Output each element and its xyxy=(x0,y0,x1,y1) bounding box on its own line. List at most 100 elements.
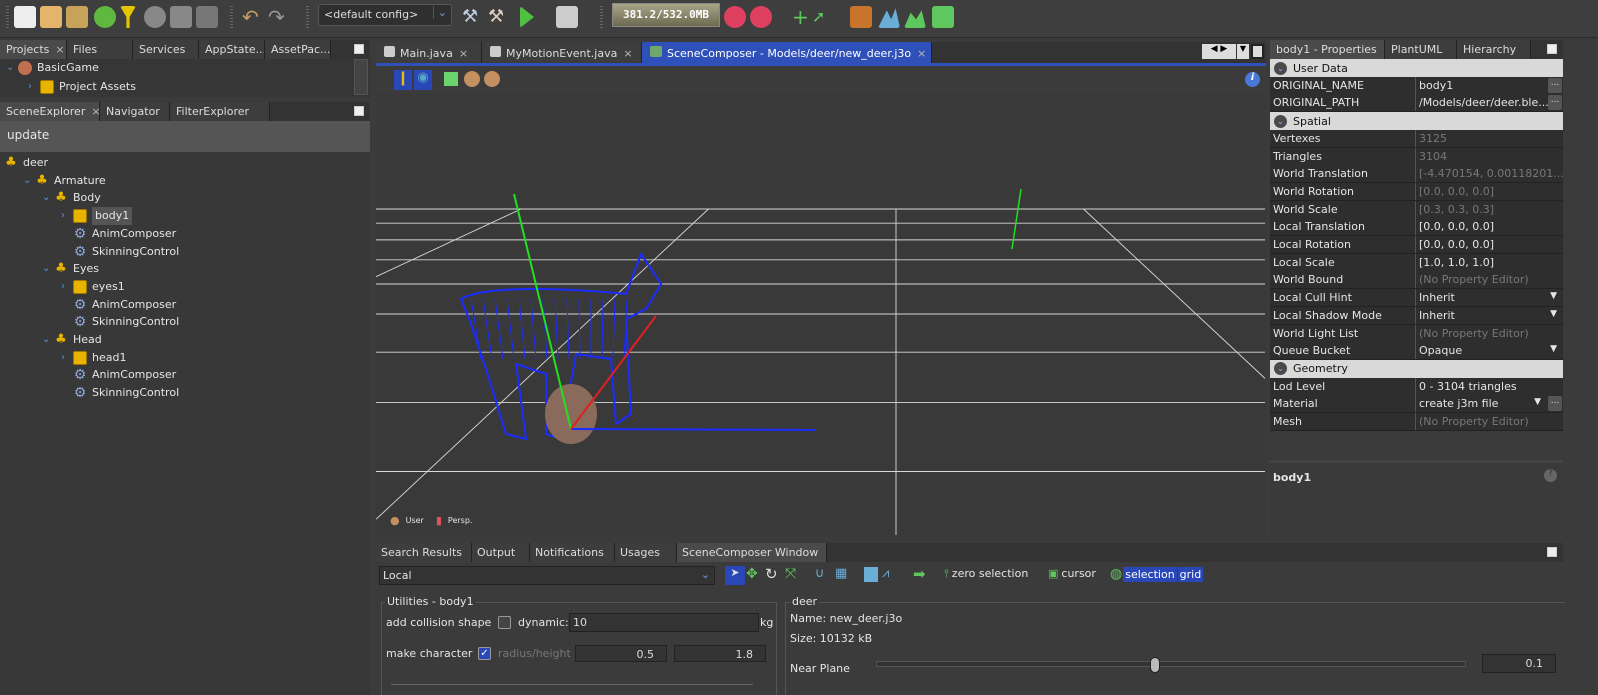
expand-icon[interactable]: ⌄ xyxy=(23,172,35,190)
expand-icon[interactable]: ⌄ xyxy=(42,189,54,207)
tab-main-java[interactable]: Main.java × xyxy=(376,42,482,63)
radius-spinner[interactable]: 0.5 xyxy=(575,645,667,662)
tab-assetpack[interactable]: AssetPac... xyxy=(265,40,331,59)
terrain-icon[interactable] xyxy=(878,8,900,28)
monkey-icon[interactable] xyxy=(464,71,480,87)
tab-projects[interactable]: Projects × xyxy=(0,40,67,59)
property-value[interactable]: Opaque ▼ xyxy=(1416,342,1563,360)
gc-icon[interactable] xyxy=(724,6,746,28)
tab-files[interactable]: Files xyxy=(67,40,133,59)
select-tool-icon[interactable]: ➤ xyxy=(725,566,745,585)
monkey-icon[interactable] xyxy=(484,71,500,87)
blender-icon[interactable] xyxy=(144,6,166,28)
tree-item-eyes1[interactable]: › eyes1 xyxy=(61,278,125,296)
snap-icon[interactable]: ∪ xyxy=(815,566,825,581)
selection-toggle[interactable]: selection xyxy=(1123,566,1177,582)
new-file-icon[interactable] xyxy=(14,6,36,28)
transform-mode-select[interactable]: Local ⌄ xyxy=(379,566,715,585)
expand-icon[interactable]: ⌄ xyxy=(42,331,54,349)
filter-icon[interactable] xyxy=(120,6,136,28)
image-icon[interactable] xyxy=(850,6,872,28)
expand-icon[interactable]: › xyxy=(61,349,73,367)
grid-toggle[interactable]: grid xyxy=(1177,566,1204,582)
chevron-down-icon[interactable]: ▼ xyxy=(1550,344,1557,354)
light-toggle-icon[interactable]: ❙ xyxy=(394,70,412,90)
minimize-button[interactable] xyxy=(354,106,364,116)
tree-item-head[interactable]: ⌄ ♣ Head xyxy=(42,331,102,349)
property-value[interactable]: 0 - 3104 triangles xyxy=(1416,377,1563,395)
property-value[interactable]: Inherit ▼ xyxy=(1416,306,1563,324)
save-all-icon[interactable] xyxy=(196,6,218,28)
terrain-snap-icon[interactable]: ⩘ xyxy=(882,566,889,581)
expand-icon[interactable]: › xyxy=(61,207,73,225)
mountain-icon[interactable] xyxy=(904,10,926,28)
more-button[interactable]: ... xyxy=(1548,77,1562,93)
clean-build-icon[interactable]: ⚒ xyxy=(488,6,510,28)
close-icon[interactable]: × xyxy=(917,47,926,60)
tree-item-skinningcontrol[interactable]: ⚙ SkinningControl xyxy=(61,313,179,331)
redo-icon[interactable]: ↷ xyxy=(268,6,290,28)
chevron-down-icon[interactable]: ▼ xyxy=(1550,309,1557,319)
tab-search-results[interactable]: Search Results xyxy=(376,543,472,562)
update-button[interactable]: update xyxy=(0,121,370,152)
projection-mode[interactable]: Persp. xyxy=(448,516,473,525)
tab-plantuml[interactable]: PlantUML xyxy=(1385,40,1457,59)
debug-icon[interactable] xyxy=(556,6,578,28)
expand-icon[interactable]: › xyxy=(61,278,73,296)
property-value[interactable]: [0.0, 0.0, 0.0] xyxy=(1416,236,1563,253)
build-icon[interactable]: ⚒ xyxy=(462,6,484,28)
expand-icon[interactable]: ⌄ xyxy=(6,59,18,77)
run-icon[interactable] xyxy=(520,6,534,28)
minimize-button[interactable] xyxy=(1547,44,1557,54)
property-value[interactable]: /Models/deer/deer.ble...... xyxy=(1416,94,1563,112)
section-geometry[interactable]: ⌄ Geometry xyxy=(1270,359,1563,378)
tab-list-button[interactable]: ▼ xyxy=(1237,44,1249,59)
rotate-tool-icon[interactable]: ↻ xyxy=(765,565,778,583)
tree-item-eyes[interactable]: ⌄ ♣ Eyes xyxy=(42,260,99,278)
expand-icon[interactable]: ⌄ xyxy=(42,260,54,278)
cube-icon[interactable] xyxy=(444,72,458,86)
tree-item-skinningcontrol[interactable]: ⚙ SkinningControl xyxy=(61,243,179,261)
config-select[interactable]: <default config> ⌄ xyxy=(318,4,452,26)
close-icon[interactable]: × xyxy=(55,43,64,56)
tab-services[interactable]: Services xyxy=(133,40,199,59)
minimize-button[interactable] xyxy=(354,44,364,54)
tree-item-head1[interactable]: › head1 xyxy=(61,349,126,367)
scale-tool-icon[interactable]: ⤧ xyxy=(785,566,796,582)
tree-item-skinningcontrol[interactable]: ⚙ SkinningControl xyxy=(61,384,179,402)
close-icon[interactable]: × xyxy=(459,47,468,60)
toolbar-grip[interactable] xyxy=(306,6,309,30)
near-plane-spinner[interactable]: 0.1 xyxy=(1482,654,1556,673)
chevron-down-icon[interactable]: ▼ xyxy=(1550,291,1557,301)
tree-item-basicgame[interactable]: ⌄ BasicGame xyxy=(6,59,99,77)
arrow-icon[interactable]: ➚ xyxy=(812,6,834,28)
tab-filterexplorer[interactable]: FilterExplorer xyxy=(170,102,270,121)
section-spatial[interactable]: ⌄ Spatial xyxy=(1270,112,1563,131)
arrow-right-icon[interactable]: ➡ xyxy=(913,565,926,583)
camera-mode[interactable]: User xyxy=(406,516,424,525)
tab-mymotionevent-java[interactable]: MyMotionEvent.java × xyxy=(482,42,642,63)
tab-appstate[interactable]: AppState... xyxy=(199,40,265,59)
eye-toggle-icon[interactable]: ◉ xyxy=(414,70,432,90)
close-icon[interactable]: × xyxy=(623,47,632,60)
tab-hierarchy[interactable]: Hierarchy xyxy=(1457,40,1531,59)
property-value[interactable]: create j3m file ▼... xyxy=(1416,395,1563,413)
tree-item-animcomposer[interactable]: ⚙ AnimComposer xyxy=(61,225,176,243)
tab-scenecomposer-window[interactable]: SceneComposer Window× xyxy=(677,543,827,562)
move-tool-icon[interactable]: ✥ xyxy=(746,566,758,582)
tab-output[interactable]: Output xyxy=(472,543,530,562)
grid-snap-icon[interactable]: ▦ xyxy=(835,566,847,581)
close-icon[interactable]: × xyxy=(824,546,826,559)
undo-icon[interactable]: ↶ xyxy=(242,6,264,28)
tree-item-body[interactable]: ⌄ ♣ Body xyxy=(42,189,101,207)
collapse-icon[interactable]: ⌄ xyxy=(1274,362,1287,376)
toolbar-grip[interactable] xyxy=(230,6,233,30)
scene-viewport[interactable] xyxy=(376,94,1265,535)
tree-item-animcomposer[interactable]: ⚙ AnimComposer xyxy=(61,366,176,384)
close-icon[interactable]: × xyxy=(91,105,99,118)
profile-icon[interactable] xyxy=(750,6,772,28)
section-user-data[interactable]: ⌄ User Data xyxy=(1270,59,1563,77)
collapse-icon[interactable]: ⌄ xyxy=(1274,61,1287,75)
add-collision-checkbox[interactable] xyxy=(498,616,511,629)
tree-item-project-assets[interactable]: › Project Assets xyxy=(28,78,136,96)
